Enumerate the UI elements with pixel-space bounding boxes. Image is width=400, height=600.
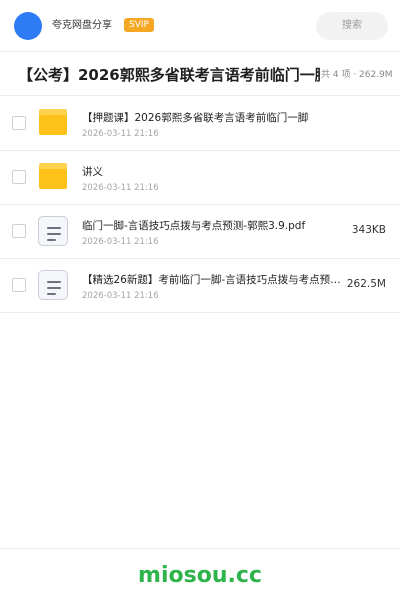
list-item[interactable]: 临门一脚-言语技巧点拨与考点预测-郭熙3.9.pdf 2026-03-11 21… xyxy=(0,205,400,259)
search-input[interactable]: 搜索 xyxy=(316,12,388,40)
page-title: 【公考】2026郭熙多省联考言语考前临门一脚 xyxy=(18,66,320,84)
top-bar: 夸克网盘分享 SVIP 搜索 xyxy=(0,0,400,52)
select-checkbox[interactable] xyxy=(12,116,26,130)
folder-header: 【公考】2026郭熙多省联考言语考前临门一脚 共 4 项 · 262.9M xyxy=(0,52,400,96)
file-date: 2026-03-11 21:16 xyxy=(82,237,159,247)
file-list: 【押题课】2026郭熙多省联考言语考前临门一脚 2026-03-11 21:16… xyxy=(0,97,400,313)
file-date: 2026-03-11 21:16 xyxy=(82,129,159,139)
app-name: 夸克网盘分享 xyxy=(52,20,112,31)
document-icon xyxy=(38,216,68,246)
svip-badge: SVIP xyxy=(124,18,154,32)
file-name: 【押题课】2026郭熙多省联考言语考前临门一脚 xyxy=(82,112,309,124)
file-name: 【精选26新题】考前临门一脚-言语技巧点拨与考点预测-郭熙3.9 xyxy=(82,274,344,286)
folder-icon xyxy=(38,162,68,192)
footer: miosou.cc xyxy=(0,548,400,600)
file-date: 2026-03-11 21:16 xyxy=(82,183,159,193)
select-checkbox[interactable] xyxy=(12,170,26,184)
document-icon xyxy=(38,270,68,300)
list-item[interactable]: 【押题课】2026郭熙多省联考言语考前临门一脚 2026-03-11 21:16 xyxy=(0,97,400,151)
folder-icon xyxy=(38,108,68,138)
list-item[interactable]: 【精选26新题】考前临门一脚-言语技巧点拨与考点预测-郭熙3.9 2026-03… xyxy=(0,259,400,313)
select-checkbox[interactable] xyxy=(12,224,26,238)
file-name: 临门一脚-言语技巧点拨与考点预测-郭熙3.9.pdf xyxy=(82,220,306,232)
file-size: 343KB xyxy=(351,224,386,236)
watermark: miosou.cc xyxy=(138,563,262,588)
file-date: 2026-03-11 21:16 xyxy=(82,291,159,301)
file-name: 讲义 xyxy=(82,166,103,178)
item-summary: 共 4 项 · 262.9M xyxy=(321,70,393,80)
list-item[interactable]: 讲义 2026-03-11 21:16 xyxy=(0,151,400,205)
select-checkbox[interactable] xyxy=(12,278,26,292)
file-size: 262.5M xyxy=(346,278,386,290)
avatar[interactable] xyxy=(14,12,42,40)
